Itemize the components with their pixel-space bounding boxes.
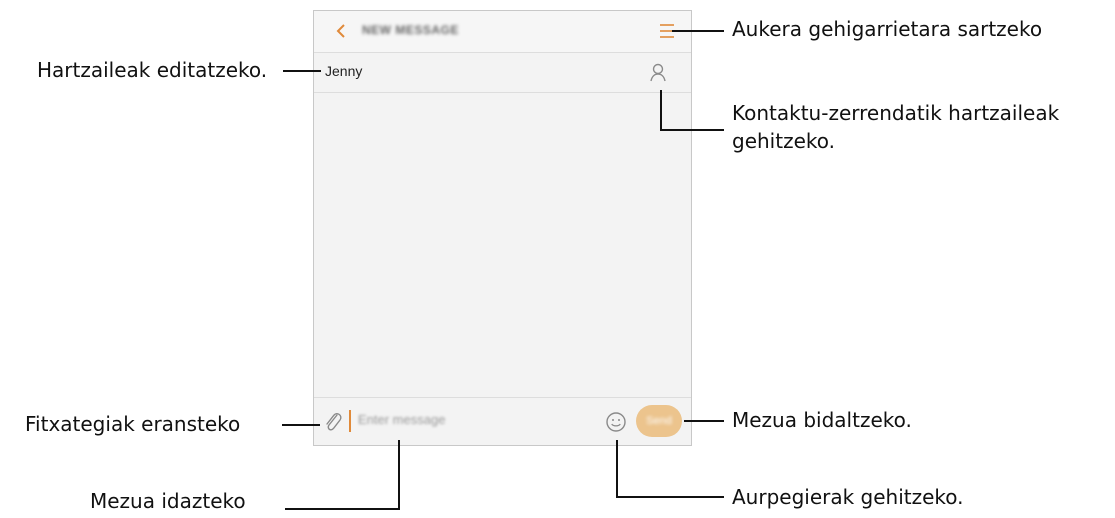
recipient-name[interactable]: Jenny xyxy=(325,63,362,79)
callout-line-contacts-horizontal xyxy=(660,129,724,131)
callout-line-attach-files xyxy=(282,424,320,426)
callout-line-emoji-vertical xyxy=(616,440,618,498)
chevron-left-icon[interactable] xyxy=(330,20,352,42)
callout-add-contacts-line1: Kontaktu-zerrendatik hartzaileak xyxy=(732,101,1060,125)
emoji-icon[interactable] xyxy=(605,411,627,433)
callout-line-write-vertical xyxy=(398,440,400,510)
text-cursor xyxy=(349,410,351,432)
message-input[interactable] xyxy=(358,412,558,427)
message-compose-screen: NEW MESSAGE Jenny Enter message Send xyxy=(313,10,692,446)
contact-icon[interactable] xyxy=(649,62,667,82)
callout-line-emoji-horizontal xyxy=(616,496,724,498)
composer-bar: Send xyxy=(314,397,691,445)
recipient-field[interactable]: Jenny xyxy=(314,53,691,93)
callout-line-more-options xyxy=(672,30,724,32)
screen-title: NEW MESSAGE xyxy=(362,23,459,37)
paperclip-icon[interactable] xyxy=(322,409,344,433)
callout-line-send-message xyxy=(684,420,724,422)
top-bar: NEW MESSAGE xyxy=(314,11,691,53)
callout-attach-files: Fitxategiak eransteko xyxy=(25,412,241,436)
callout-line-contacts-vertical xyxy=(660,90,662,131)
callout-more-options: Aukera gehigarrietara sartzeko xyxy=(732,17,1043,41)
send-label: Send xyxy=(646,415,672,427)
callout-add-emoticons: Aurpegierak gehitzeko. xyxy=(732,485,964,509)
callout-edit-recipients: Hartzaileak editatzeko. xyxy=(37,58,268,82)
send-button[interactable]: Send xyxy=(636,405,682,437)
callout-line-edit-recipients xyxy=(283,70,321,72)
callout-write-message: Mezua idazteko xyxy=(90,489,246,513)
callout-line-write-horizontal xyxy=(285,508,400,510)
callout-send-message: Mezua bidaltzeko. xyxy=(732,408,912,432)
callout-add-contacts-line2: gehitzeko. xyxy=(732,129,835,153)
